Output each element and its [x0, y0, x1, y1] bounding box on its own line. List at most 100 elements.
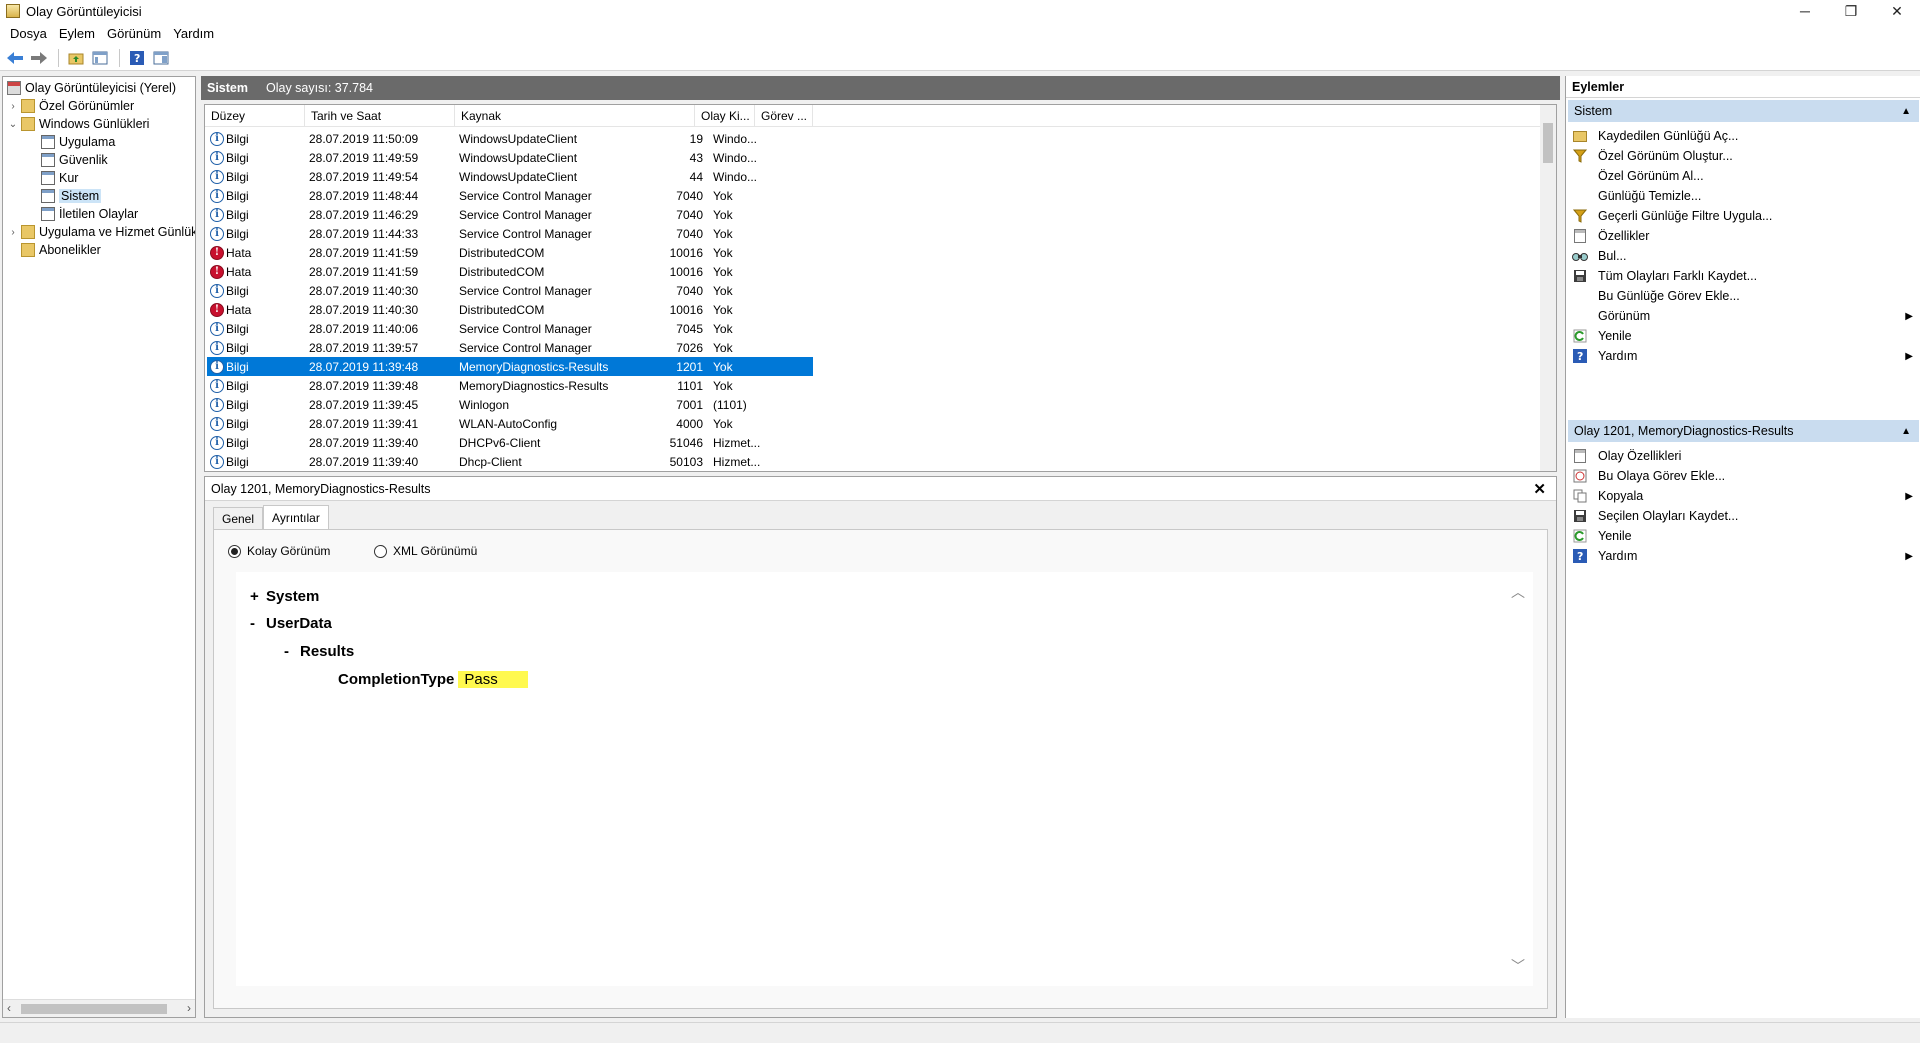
maximize-button[interactable]: ❐ [1828, 0, 1874, 22]
radio-unchecked-icon[interactable] [374, 544, 387, 558]
tab-details[interactable]: Ayrıntılar [263, 505, 329, 529]
info-icon: i [210, 435, 224, 450]
cell-date: 28.07.2019 11:39:41 [309, 416, 419, 431]
xml-view-option[interactable]: XML Görünümü [374, 544, 477, 558]
cell-source: WindowsUpdateClient [459, 169, 578, 184]
system-action-item[interactable]: ? Yardım ▶ [1566, 344, 1920, 368]
tree-item-system[interactable]: Sistem [39, 187, 102, 205]
scrollbar-thumb[interactable] [21, 1004, 167, 1014]
collapse-icon[interactable]: ⌄ [7, 119, 19, 130]
level-label: Bilgi [226, 226, 249, 241]
menu-view[interactable]: Görünüm [101, 26, 167, 41]
tree-item-custom-views[interactable]: › Özel Görünümler [7, 97, 134, 115]
refresh-icon [1572, 328, 1588, 344]
table-row[interactable]: i Bilgi 28.07.2019 11:39:41 WLAN-AutoConfig… [207, 414, 813, 433]
vertical-scrollbar[interactable] [1540, 105, 1556, 471]
table-row[interactable]: i Bilgi 28.07.2019 11:39:40 Dhcp-Client 5010… [207, 452, 813, 471]
column-header-level[interactable]: Düzey [205, 105, 305, 127]
cell-event-id: 7040 [676, 283, 703, 298]
help-button[interactable]: ? [126, 48, 148, 68]
info-icon: i [210, 378, 224, 393]
table-row[interactable]: i Bilgi 28.07.2019 11:39:57 Service Control… [207, 338, 813, 357]
collapse-section-icon[interactable]: ▲ [1901, 106, 1911, 117]
table-row[interactable]: i Bilgi 28.07.2019 11:44:33 Service Control… [207, 224, 813, 243]
close-detail-icon[interactable]: ✕ [1533, 480, 1546, 498]
table-row[interactable]: i Bilgi 28.07.2019 11:48:44 Service Control… [207, 186, 813, 205]
column-header-date[interactable]: Tarih ve Saat [305, 105, 455, 127]
up-folder-button[interactable] [65, 48, 87, 68]
table-row[interactable]: i Bilgi 28.07.2019 11:39:45 Winlogon 7001 (11… [207, 395, 813, 414]
table-row[interactable]: i Bilgi 28.07.2019 11:39:40 DHCPv6-Client 51… [207, 433, 813, 452]
column-header-source[interactable]: Kaynak [455, 105, 695, 127]
cell-task: Yok [713, 416, 733, 431]
scroll-left-icon[interactable]: ‹ [7, 1001, 11, 1015]
table-row[interactable]: i Bilgi 28.07.2019 11:39:48 MemoryDiagnosti… [207, 376, 813, 395]
actions-section-event[interactable]: Olay 1201, MemoryDiagnostics-Results ▲ [1568, 420, 1919, 442]
table-row[interactable]: i Bilgi 28.07.2019 11:40:06 Service Control… [207, 319, 813, 338]
tree-item-root[interactable]: Olay Görüntüleyicisi (Yerel) [5, 79, 176, 97]
tree-item-windows-logs[interactable]: ⌄ Windows Günlükleri [7, 115, 149, 133]
scroll-right-icon[interactable]: › [187, 1001, 191, 1015]
table-row[interactable]: ! Hata 28.07.2019 11:41:59 DistributedCOM 10… [207, 243, 813, 262]
table-row[interactable]: i Bilgi 28.07.2019 11:40:30 Service Control… [207, 281, 813, 300]
collapse-sign[interactable]: - [284, 643, 300, 660]
tree-item-app-service-logs[interactable]: › Uygulama ve Hizmet Günlük [7, 223, 195, 241]
tree-item-application[interactable]: Uygulama [39, 133, 115, 151]
cell-event-id: 1101 [677, 378, 703, 393]
tree-item-security[interactable]: Güvenlik [39, 151, 108, 169]
blank-icon [1572, 168, 1588, 184]
forward-button[interactable] [28, 48, 50, 68]
cell-date: 28.07.2019 11:50:09 [309, 131, 419, 146]
event-action-item[interactable]: ? Yardım ▶ [1566, 544, 1920, 568]
show-action-pane-button[interactable] [150, 48, 172, 68]
cell-event-id: 7040 [676, 188, 703, 203]
scroll-down-icon[interactable]: ﹀ [1511, 956, 1525, 976]
cell-source: WindowsUpdateClient [459, 150, 578, 165]
cell-task: Yok [713, 207, 733, 222]
actions-section-system[interactable]: Sistem ▲ [1568, 100, 1919, 122]
table-row[interactable]: i Bilgi 28.07.2019 11:49:54 WindowsUpdateCl… [207, 167, 813, 186]
minimize-button[interactable]: ─ [1782, 0, 1828, 22]
expand-icon[interactable]: › [7, 227, 19, 238]
radio-checked-icon[interactable] [228, 544, 241, 558]
expand-sign[interactable]: + [250, 588, 266, 605]
table-row[interactable]: i Bilgi 28.07.2019 11:50:09 WindowsUpdateCl… [207, 129, 813, 148]
close-button[interactable]: ✕ [1874, 0, 1920, 22]
back-button[interactable] [4, 48, 26, 68]
xml-node-userdata[interactable]: - UserData [250, 615, 332, 632]
tab-general[interactable]: Genel [213, 507, 264, 529]
table-row[interactable]: i Bilgi 28.07.2019 11:46:29 Service Control… [207, 205, 813, 224]
show-hide-tree-button[interactable] [89, 48, 111, 68]
table-row[interactable]: ! Hata 28.07.2019 11:41:59 DistributedCOM 10… [207, 262, 813, 281]
horizontal-scrollbar[interactable]: ‹ › [3, 999, 195, 1017]
friendly-view-option[interactable]: Kolay Görünüm [228, 544, 330, 558]
cell-date: 28.07.2019 11:39:57 [309, 340, 419, 355]
expand-icon[interactable]: › [7, 101, 19, 112]
filter-icon [1572, 208, 1588, 224]
info-icon: i [210, 169, 224, 184]
field-value-highlighted: Pass [458, 671, 528, 688]
xml-node-system[interactable]: + System [250, 588, 319, 605]
column-header-task[interactable]: Görev ... [755, 105, 813, 127]
cell-task: Yok [713, 302, 733, 317]
cell-level: i Bilgi [207, 435, 307, 450]
table-row[interactable]: i Bilgi 28.07.2019 11:39:48 MemoryDiagnosti… [207, 357, 813, 376]
node-label: UserData [266, 615, 332, 632]
collapse-sign[interactable]: - [250, 615, 266, 632]
cell-event-id: 43 [689, 150, 703, 165]
cell-source: Service Control Manager [459, 188, 592, 203]
menu-file[interactable]: Dosya [4, 26, 53, 41]
cell-event-id: 44 [689, 169, 703, 184]
xml-node-results[interactable]: - Results [284, 643, 354, 660]
collapse-section-icon[interactable]: ▲ [1901, 426, 1911, 437]
tree-item-setup[interactable]: Kur [39, 169, 78, 187]
column-header-event-id[interactable]: Olay Ki... [695, 105, 755, 127]
table-row[interactable]: i Bilgi 28.07.2019 11:49:59 WindowsUpdateCl… [207, 148, 813, 167]
menu-action[interactable]: Eylem [53, 26, 101, 41]
scrollbar-thumb[interactable] [1543, 123, 1553, 163]
tree-item-forwarded-events[interactable]: İletilen Olaylar [39, 205, 138, 223]
scroll-up-icon[interactable]: ︿ [1511, 582, 1525, 602]
table-row[interactable]: ! Hata 28.07.2019 11:40:30 DistributedCOM 10… [207, 300, 813, 319]
menu-help[interactable]: Yardım [167, 26, 220, 41]
tree-item-subscriptions[interactable]: Abonelikler [19, 241, 101, 259]
